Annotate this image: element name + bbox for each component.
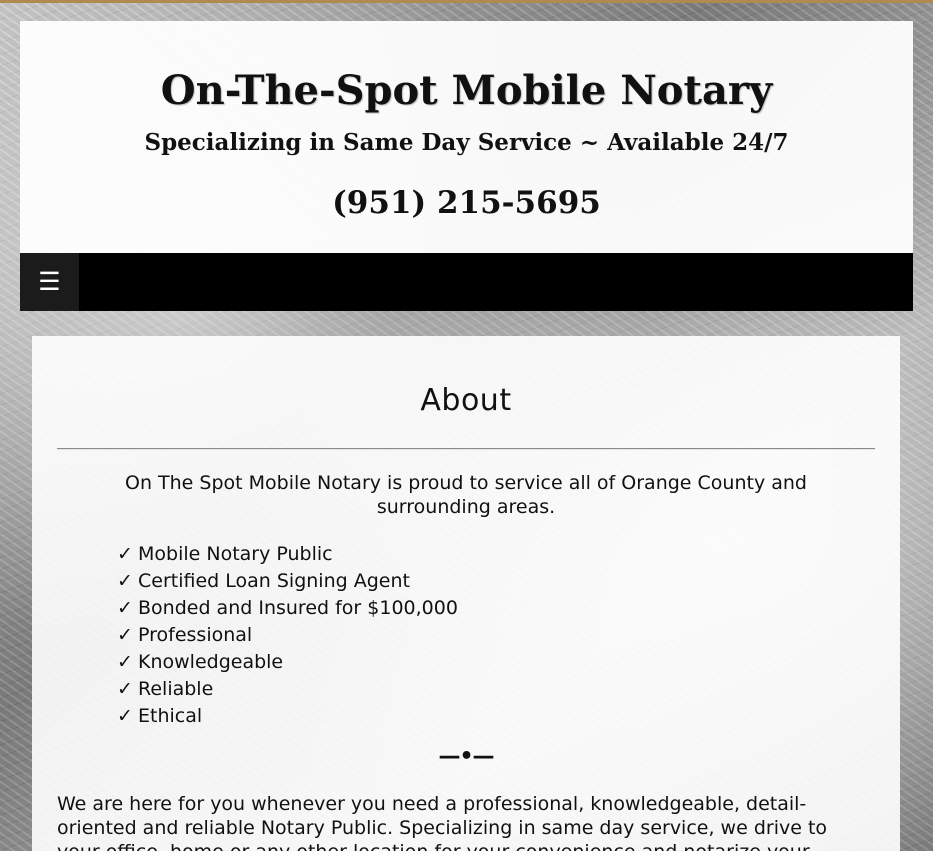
page-title: About (420, 383, 512, 418)
checkmark-icon: ✓ (117, 624, 133, 646)
feature-label: Mobile Notary Public (138, 543, 333, 565)
list-item: ✓ Bonded and Insured for $100,000 (117, 595, 458, 622)
phone-number[interactable]: (951) 215-5695 (20, 188, 913, 219)
checkmark-icon: ✓ (117, 570, 133, 592)
features-list: ✓ Mobile Notary Public ✓ Certified Loan Si… (117, 541, 458, 730)
feature-label: Certified Loan Signing Agent (138, 570, 410, 592)
checkmark-icon: ✓ (117, 543, 133, 565)
feature-label: Bonded and Insured for $100,000 (138, 597, 458, 619)
checkmark-icon: ✓ (117, 678, 133, 700)
checkmark-icon: ✓ (117, 651, 133, 673)
top-accent-strip (0, 0, 933, 3)
intro-text: On The Spot Mobile Notary is proud to se… (125, 472, 807, 518)
title-divider (57, 448, 875, 450)
about-content-panel: About On The Spot Mobile Notary is proud… (32, 336, 900, 851)
about-body-text: We are here for you whenever you need a … (57, 793, 828, 851)
list-item: ✓ Professional (117, 622, 458, 649)
checkmark-icon: ✓ (117, 597, 133, 619)
site-header: On-The-Spot Mobile Notary Specializing i… (20, 21, 913, 253)
site-title[interactable]: On-The-Spot Mobile Notary (20, 71, 913, 111)
list-item: ✓ Knowledgeable (117, 649, 458, 676)
checkmark-icon: ✓ (117, 705, 133, 727)
main-navbar: ☰ (20, 253, 913, 311)
list-item: ✓ Mobile Notary Public (117, 541, 458, 568)
list-item: ✓ Ethical (117, 703, 458, 730)
feature-label: Reliable (138, 678, 214, 700)
site-tagline: Specializing in Same Day Service ~ Avail… (144, 129, 789, 156)
hamburger-menu-icon[interactable]: ☰ (20, 253, 79, 311)
feature-label: Knowledgeable (138, 651, 284, 673)
feature-label: Professional (138, 624, 253, 646)
section-divider: —•— (438, 744, 494, 769)
list-item: ✓ Reliable (117, 676, 458, 703)
list-item: ✓ Certified Loan Signing Agent (117, 568, 458, 595)
feature-label: Ethical (138, 705, 203, 727)
